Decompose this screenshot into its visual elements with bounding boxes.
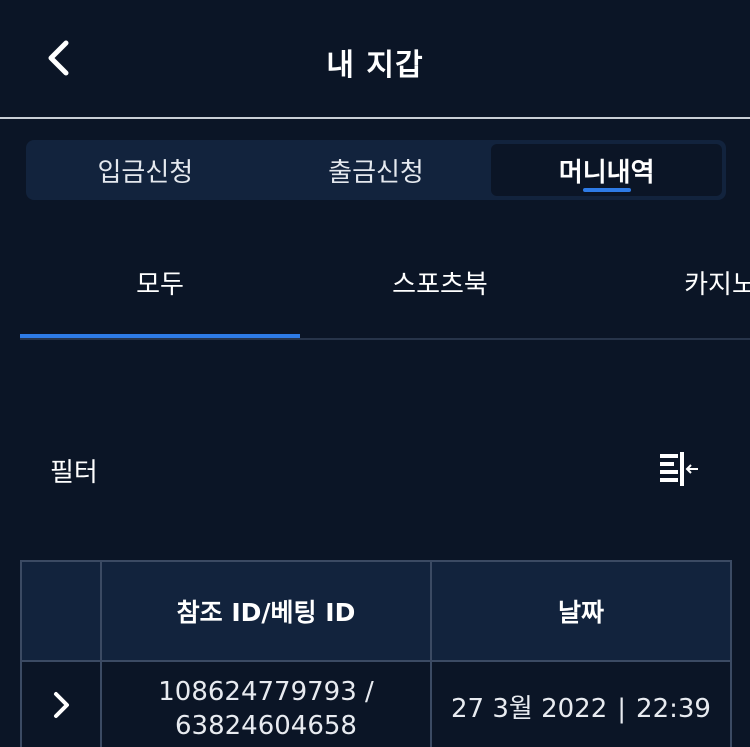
column-header-expand: [20, 560, 102, 662]
bet-id: 63824604658: [175, 711, 357, 741]
tab-money-history[interactable]: 머니내역: [491, 144, 723, 196]
column-header-reference-id: 참조 ID/베팅 ID: [100, 560, 432, 662]
table-header-row: 참조 ID/베팅 ID 날짜: [20, 560, 732, 662]
reference-id: 108624779793 /: [158, 677, 374, 707]
filter-row: 필터: [50, 448, 700, 492]
column-header-date: 날짜: [430, 560, 732, 662]
header: 내 지갑: [0, 0, 750, 119]
category-tab-sportsbook[interactable]: 스포츠북: [300, 236, 580, 338]
row-expand-button[interactable]: [20, 660, 102, 747]
date-time-separator: |: [617, 694, 627, 724]
reference-id-cell: 108624779793 / 63824604658: [100, 660, 432, 747]
money-history-table: 참조 ID/베팅 ID 날짜 108624779793 / 6382460465…: [20, 560, 732, 747]
category-tabs[interactable]: 모두 스포츠북 카지노: [20, 236, 750, 340]
wallet-tabs: 입금신청 출금신청 머니내역: [26, 140, 726, 200]
category-tab-all[interactable]: 모두: [20, 236, 300, 338]
date-value: 27 3월 2022: [451, 694, 608, 724]
filter-collapse-icon[interactable]: [656, 450, 700, 490]
tab-withdraw-request[interactable]: 출금신청: [261, 144, 492, 196]
table-row[interactable]: 108624779793 / 63824604658 27 3월 2022 | 22…: [20, 660, 732, 747]
page-title: 내 지갑: [326, 48, 424, 83]
chevron-right-icon: [54, 691, 69, 718]
tab-deposit-request[interactable]: 입금신청: [30, 144, 261, 196]
filter-label[interactable]: 필터: [50, 452, 98, 489]
time-value: 22:39: [636, 694, 711, 724]
category-tab-casino[interactable]: 카지노: [580, 236, 750, 338]
date-cell: 27 3월 2022 | 22:39: [430, 660, 732, 747]
